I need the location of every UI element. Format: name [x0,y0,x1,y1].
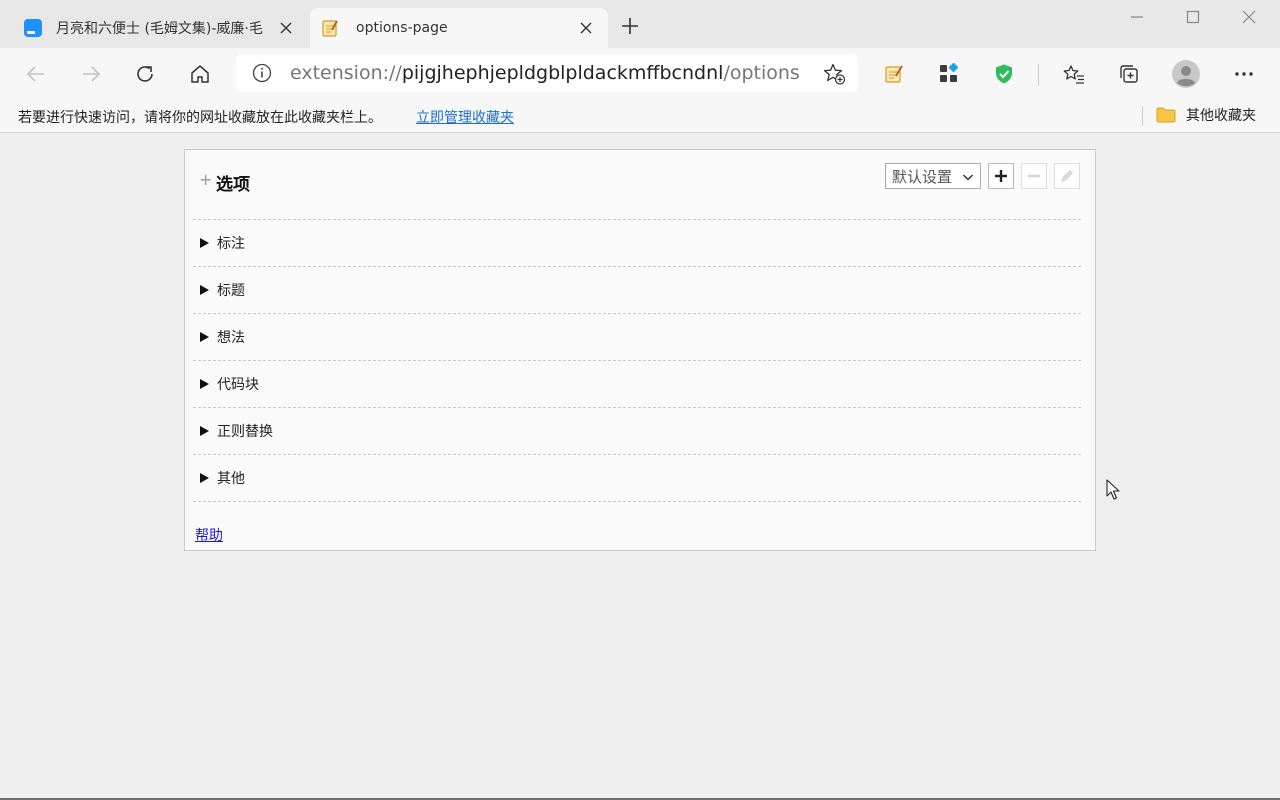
triangle-right-icon [200,379,209,389]
notepad-icon [322,19,338,37]
rename-preset-button[interactable] [1054,163,1080,189]
chevron-down-icon [962,169,974,181]
section-label: 想法 [217,330,245,346]
home-icon [191,65,209,83]
close-window-button[interactable] [1226,6,1272,32]
section-label: 标注 [217,236,245,252]
folder-icon [1156,107,1176,123]
section-label: 其他 [217,471,245,487]
expand-all-icon[interactable]: + [199,170,212,189]
adblock-extension-button[interactable] [990,60,1018,88]
triangle-right-icon [200,332,209,342]
tab-title: 月亮和六便士 (毛姆文集)-威廉·毛 [56,21,263,37]
triangle-right-icon [200,238,209,248]
remove-preset-button[interactable] [1021,163,1047,189]
tab-options-page[interactable]: options-page [310,8,608,48]
forward-button[interactable] [77,60,105,88]
arrow-right-icon [83,66,101,82]
reader-app-icon [24,19,42,37]
options-panel: + 选项 默认设置 标注 标题 想法 代码块 正则替换 其他 帮助 [184,149,1096,551]
close-icon[interactable] [576,18,596,38]
tab-strip: 月亮和六便士 (毛姆文集)-威廉·毛 options-page [0,0,1280,48]
refresh-icon [137,66,153,82]
toolbar-divider [1038,64,1039,86]
section-label: 标题 [217,283,245,299]
other-favorites-label: 其他收藏夹 [1186,108,1256,124]
avatar-icon [1172,60,1200,88]
tab-book[interactable]: 月亮和六便士 (毛姆文集)-威廉·毛 [12,8,308,48]
tab-title: options-page [356,20,448,36]
favorites-button[interactable] [1060,60,1088,88]
help-link[interactable]: 帮助 [195,525,223,545]
profile-button[interactable] [1172,60,1200,88]
minimize-button[interactable] [1114,6,1160,32]
new-tab-button[interactable] [618,16,642,40]
pencil-icon [1061,169,1074,182]
address-bar[interactable]: extension://pijgjhephjepldgblpldackmffbc… [236,54,858,92]
section-heading[interactable]: 标题 [193,267,1081,314]
browser-toolbar: extension://pijgjhephjepldgblpldackmffbc… [0,48,1280,100]
preset-selected-value: 默认设置 [892,167,953,186]
home-button[interactable] [186,60,214,88]
manage-favorites-link[interactable]: 立即管理收藏夹 [416,107,514,127]
favorites-list-icon [1063,65,1084,84]
collections-icon [1120,65,1138,83]
section-label: 正则替换 [217,424,273,440]
close-icon[interactable] [276,18,296,38]
info-icon[interactable] [252,63,272,83]
section-thoughts[interactable]: 想法 [193,314,1081,361]
page-title: 选项 [216,175,250,195]
favorites-divider [1142,106,1143,126]
notepad-icon [885,65,903,83]
triangle-right-icon [200,473,209,483]
plus-icon [995,170,1007,182]
favorites-bar-message: 若要进行快速访问，请将你的网址收藏放在此收藏夹栏上。 [18,110,382,126]
minus-icon [1028,174,1040,178]
mouse-cursor-icon [1106,479,1120,500]
section-code-block[interactable]: 代码块 [193,361,1081,408]
refresh-button[interactable] [131,60,159,88]
notes-extension-button[interactable] [880,60,908,88]
url-text[interactable]: extension://pijgjhephjepldgblpldackmffbc… [290,62,800,84]
triangle-right-icon [200,285,209,295]
more-menu-button[interactable] [1230,60,1258,88]
options-header: + 选项 默认设置 [185,150,1095,220]
collections-button[interactable] [1115,60,1143,88]
grid-apps-icon [940,63,959,82]
section-other[interactable]: 其他 [193,455,1081,502]
options-sections: 标注 标题 想法 代码块 正则替换 其他 [193,219,1081,502]
maximize-button[interactable] [1170,6,1216,32]
section-label: 代码块 [217,377,259,393]
arrow-left-icon [26,66,44,82]
section-regex-replace[interactable]: 正则替换 [193,408,1081,455]
add-preset-button[interactable] [988,163,1014,189]
apps-extension-button[interactable] [935,60,963,88]
add-favorite-icon[interactable] [822,62,846,86]
shield-check-icon [996,64,1012,84]
back-button[interactable] [22,60,50,88]
section-annotation[interactable]: 标注 [193,220,1081,267]
ellipsis-icon [1235,72,1253,76]
triangle-right-icon [200,426,209,436]
favorites-bar: 若要进行快速访问，请将你的网址收藏放在此收藏夹栏上。 立即管理收藏夹 其他收藏夹 [0,100,1280,133]
preset-select[interactable]: 默认设置 [885,163,981,189]
other-favorites-folder[interactable]: 其他收藏夹 [1156,105,1256,125]
